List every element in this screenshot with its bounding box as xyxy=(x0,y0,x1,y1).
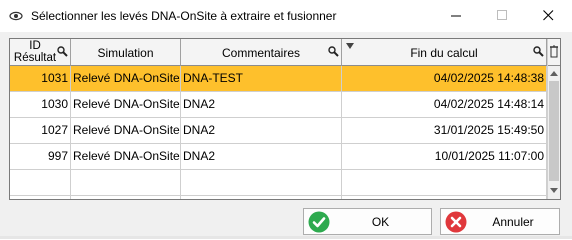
check-icon xyxy=(308,211,330,233)
background-window-strip xyxy=(0,236,572,239)
title-bar: Sélectionner les levés DNA-OnSite à extr… xyxy=(0,0,572,32)
minimize-button[interactable] xyxy=(434,0,480,32)
search-icon[interactable] xyxy=(328,46,339,57)
cell-simulation: Relevé DNA-OnSite xyxy=(71,92,181,117)
empty-row xyxy=(10,170,547,196)
results-table[interactable]: ID Résultat Simulation Commentaires Fin … xyxy=(9,38,561,200)
cell-end-time: 10/01/2025 11:07:00 xyxy=(342,144,547,169)
ok-label: OK xyxy=(371,215,390,229)
column-header-simulation[interactable]: Simulation xyxy=(71,39,181,66)
close-icon xyxy=(543,10,554,21)
cell-id: 1027 xyxy=(10,118,71,143)
table-row[interactable]: 1027 Relevé DNA-OnSite DNA2 31/01/2025 1… xyxy=(10,118,547,144)
search-icon[interactable] xyxy=(533,46,544,57)
arrow-down-icon xyxy=(550,188,558,193)
cell-end-time: 31/01/2025 15:49:50 xyxy=(342,118,547,143)
cell-simulation: Relevé DNA-OnSite xyxy=(71,66,181,91)
column-chooser-icon xyxy=(550,45,558,58)
table-row[interactable]: 1031 Relevé DNA-OnSite DNA-TEST 04/02/20… xyxy=(10,66,547,92)
cell-comment: DNA2 xyxy=(181,144,342,169)
eye-icon xyxy=(9,9,23,23)
ok-button[interactable]: OK xyxy=(303,208,432,235)
cancel-button[interactable]: Annuler xyxy=(440,208,560,235)
window-title: Sélectionner les levés DNA-OnSite à extr… xyxy=(31,9,337,23)
table-row[interactable]: 997 Relevé DNA-OnSite DNA2 10/01/2025 11… xyxy=(10,144,547,170)
column-header-comments[interactable]: Commentaires xyxy=(181,39,342,66)
table-row[interactable]: 1030 Relevé DNA-OnSite DNA2 04/02/2025 1… xyxy=(10,92,547,118)
vertical-scrollbar[interactable] xyxy=(547,39,560,199)
cancel-label: Annuler xyxy=(492,215,534,229)
column-header-end-time[interactable]: Fin du calcul xyxy=(342,39,547,66)
empty-row xyxy=(10,196,547,199)
cell-id: 997 xyxy=(10,144,71,169)
cell-simulation: Relevé DNA-OnSite xyxy=(71,144,181,169)
cell-end-time: 04/02/2025 14:48:14 xyxy=(342,92,547,117)
close-button[interactable] xyxy=(526,0,572,32)
maximize-icon xyxy=(497,10,507,20)
column-header-id[interactable]: ID Résultat xyxy=(10,39,71,66)
cell-id: 1031 xyxy=(10,66,71,91)
dialog-window: Sélectionner les levés DNA-OnSite à extr… xyxy=(0,0,572,239)
cell-end-time: 04/02/2025 14:48:38 xyxy=(342,66,547,91)
scroll-down-button[interactable] xyxy=(549,184,559,196)
maximize-button[interactable] xyxy=(480,0,526,32)
cell-comment: DNA-TEST xyxy=(181,66,342,91)
scroll-up-button[interactable] xyxy=(549,68,559,80)
minimize-icon xyxy=(451,15,461,17)
scroll-thumb[interactable] xyxy=(549,81,559,181)
column-header-label: Commentaires xyxy=(221,46,301,60)
cell-comment: DNA2 xyxy=(181,118,342,143)
search-icon[interactable] xyxy=(57,46,68,57)
column-header-label: ID Résultat xyxy=(13,40,57,64)
cancel-icon xyxy=(445,211,467,233)
cell-simulation: Relevé DNA-OnSite xyxy=(71,118,181,143)
column-header-label: Simulation xyxy=(97,46,154,60)
cell-comment: DNA2 xyxy=(181,92,342,117)
column-header-label: Fin du calcul xyxy=(410,46,478,60)
column-chooser-button[interactable] xyxy=(548,39,560,66)
cell-id: 1030 xyxy=(10,92,71,117)
arrow-up-icon xyxy=(550,71,558,76)
